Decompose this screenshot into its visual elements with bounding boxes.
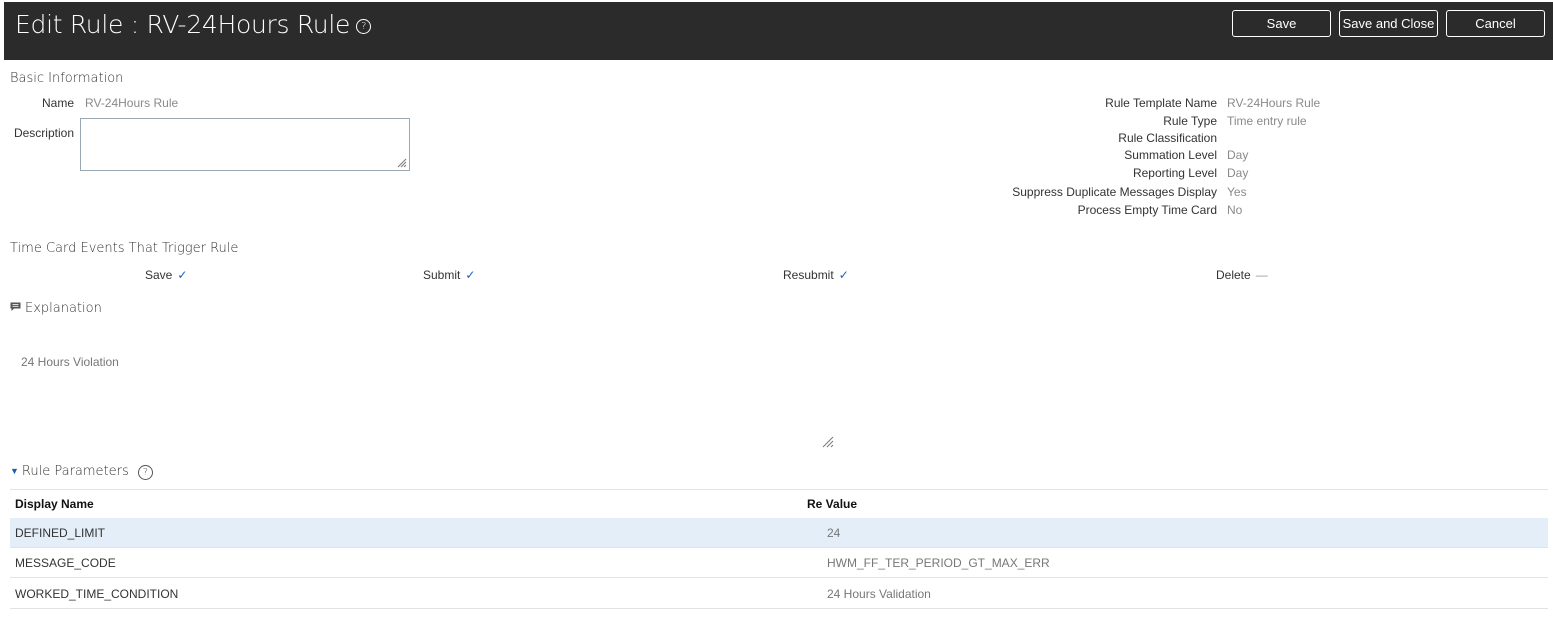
event-save-label: Save bbox=[145, 268, 173, 282]
description-label: Description bbox=[13, 126, 74, 140]
rule-template-name-label: Rule Template Name bbox=[1105, 96, 1217, 110]
rule-parameters-heading-text: Rule Parameters bbox=[21, 464, 129, 479]
comment-icon bbox=[10, 302, 21, 311]
process-empty-time-card-label: Process Empty Time Card bbox=[1077, 203, 1217, 217]
event-delete-label: Delete bbox=[1216, 268, 1251, 282]
event-resubmit: Resubmit ✓ bbox=[783, 268, 849, 282]
table-row[interactable]: MESSAGE_CODE HWM_FF_TER_PERIOD_GT_MAX_ER… bbox=[10, 548, 1548, 578]
name-value: RV-24Hours Rule bbox=[85, 96, 179, 110]
check-icon: ✓ bbox=[838, 268, 849, 282]
help-icon[interactable]: ? bbox=[137, 465, 153, 480]
process-empty-time-card-value: No bbox=[1227, 203, 1243, 217]
table-row[interactable]: WORKED_TIME_CONDITION 24 Hours Validatio… bbox=[10, 579, 1548, 609]
table-row[interactable]: DEFINED_LIMIT 24 bbox=[10, 518, 1548, 548]
table-divider bbox=[10, 489, 1548, 490]
page-header: Edit Rule : RV-24Hours Rule? Save Save a… bbox=[4, 2, 1553, 60]
explanation-heading-text: Explanation bbox=[25, 301, 102, 316]
collapse-toggle-icon[interactable]: ▼ bbox=[10, 467, 19, 477]
explanation-text[interactable]: 24 Hours Violation bbox=[21, 355, 119, 369]
param-value[interactable]: 24 bbox=[827, 526, 840, 540]
dash-icon: — bbox=[1255, 268, 1268, 282]
help-icon[interactable]: ? bbox=[356, 19, 372, 34]
suppress-duplicate-value: Yes bbox=[1227, 185, 1247, 199]
event-save: Save ✓ bbox=[145, 268, 187, 282]
page-title: Edit Rule : RV-24Hours Rule? bbox=[15, 10, 372, 39]
cancel-button[interactable]: Cancel bbox=[1446, 10, 1545, 37]
summation-level-label: Summation Level bbox=[1124, 148, 1217, 162]
param-name: DEFINED_LIMIT bbox=[15, 526, 106, 540]
reporting-level-value: Day bbox=[1227, 166, 1249, 180]
resize-grip-icon[interactable] bbox=[822, 436, 834, 448]
param-value[interactable]: 24 Hours Validation bbox=[827, 587, 931, 601]
explanation-heading: Explanation bbox=[10, 301, 102, 316]
column-header-display-name[interactable]: Display Name bbox=[15, 497, 94, 511]
check-icon: ✓ bbox=[177, 268, 188, 282]
suppress-duplicate-label: Suppress Duplicate Messages Display bbox=[1012, 185, 1217, 199]
column-header-value[interactable]: Re Value bbox=[807, 497, 857, 511]
check-icon: ✓ bbox=[465, 268, 476, 282]
page-title-text: Edit Rule : RV-24Hours Rule bbox=[15, 10, 351, 39]
rule-classification-label: Rule Classification bbox=[1118, 131, 1217, 145]
rule-type-label: Rule Type bbox=[1163, 114, 1217, 128]
rule-type-value: Time entry rule bbox=[1227, 114, 1307, 128]
basic-information-heading: Basic Information bbox=[10, 71, 124, 86]
event-delete: Delete — bbox=[1216, 268, 1268, 282]
reporting-level-label: Reporting Level bbox=[1132, 166, 1217, 180]
resize-grip-icon[interactable] bbox=[397, 158, 407, 168]
rule-parameters-heading[interactable]: ▼ Rule Parameters ? bbox=[10, 464, 153, 480]
description-field[interactable] bbox=[80, 118, 410, 171]
summation-level-value: Day bbox=[1227, 148, 1249, 162]
rule-template-name-value: RV-24Hours Rule bbox=[1227, 96, 1321, 110]
time-card-events-heading: Time Card Events That Trigger Rule bbox=[10, 241, 239, 256]
save-and-close-button[interactable]: Save and Close bbox=[1339, 10, 1438, 37]
save-button[interactable]: Save bbox=[1232, 10, 1331, 37]
name-label: Name bbox=[41, 96, 74, 110]
event-submit: Submit ✓ bbox=[423, 268, 475, 282]
param-name: MESSAGE_CODE bbox=[15, 556, 116, 570]
event-submit-label: Submit bbox=[423, 268, 461, 282]
param-value[interactable]: HWM_FF_TER_PERIOD_GT_MAX_ERR bbox=[827, 556, 1050, 570]
param-name: WORKED_TIME_CONDITION bbox=[15, 587, 179, 601]
event-resubmit-label: Resubmit bbox=[783, 268, 834, 282]
